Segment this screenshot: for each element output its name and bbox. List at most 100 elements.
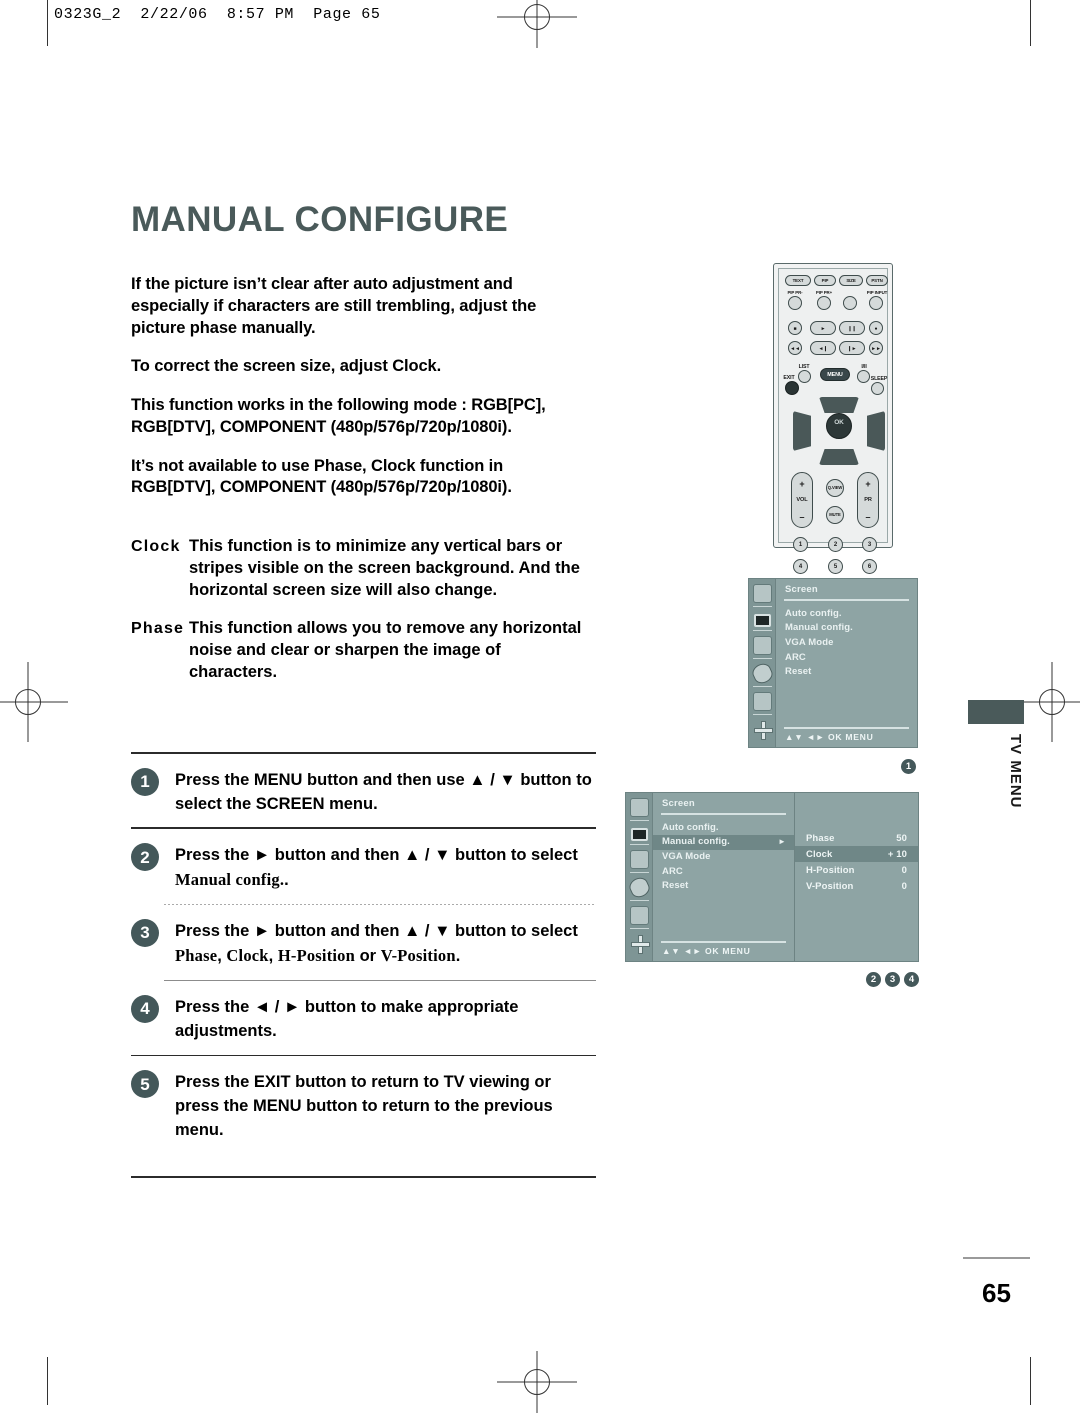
callout-2: 2 xyxy=(866,972,881,987)
osd2-item-arc[interactable]: ARC xyxy=(662,865,794,880)
step-2-lead: Press the ► button and then ▲ / ▼ button… xyxy=(175,846,578,865)
definition-list: Clock This function is to minimize any v… xyxy=(131,536,591,700)
osd-submenu-clock[interactable]: Clock + 10 xyxy=(795,846,918,862)
remote-label-6: 6 xyxy=(867,564,872,570)
trim-mark-bottom-left xyxy=(47,1357,48,1405)
remote-key-sleep xyxy=(871,382,884,395)
folio-rule xyxy=(963,1257,1030,1259)
osd-submenu-hposition[interactable]: H-Position 0 xyxy=(795,862,918,878)
osd-submenu-hposition-value: 0 xyxy=(901,864,907,876)
trim-mark-bottom-right xyxy=(1030,1357,1031,1405)
remote-icon-stop: ■ xyxy=(793,326,797,332)
remote-key-ok xyxy=(826,413,852,439)
osd-submenu-vposition-label: V-Position xyxy=(806,880,854,892)
step-3-clock: Clock xyxy=(226,945,269,965)
step-3-tail: . xyxy=(455,946,461,965)
osd1-item-arc[interactable]: ARC xyxy=(785,651,917,666)
osd2-item-reset[interactable]: Reset xyxy=(662,879,794,894)
step-1-slash: / xyxy=(485,770,500,789)
step-1-screen-key: SCREEN xyxy=(255,794,325,813)
step-5-badge: 5 xyxy=(131,1070,159,1099)
remote-key-pip-label: PIP xyxy=(821,278,829,283)
step-3-text: Press the ► button and then ▲ / ▼ button… xyxy=(175,918,596,969)
osd-screenshot-step2-submenu: Phase 50 Clock + 10 H-Position 0 V-Posit… xyxy=(795,792,919,962)
remote-label-4: 4 xyxy=(798,564,803,570)
remote-label-pr: PR xyxy=(864,497,872,503)
step-2-text: Press the ► button and then ▲ / ▼ button… xyxy=(175,842,596,893)
remote-label-menu: MENU xyxy=(827,372,843,378)
osd-submenu-phase[interactable]: Phase 50 xyxy=(795,830,918,846)
osd-submenu-clock-value: + 10 xyxy=(887,848,907,860)
osd-submenu-list: Phase 50 Clock + 10 H-Position 0 V-Posit… xyxy=(795,793,918,894)
remote-icon-play: ► xyxy=(820,326,826,332)
osd2-item-vga-mode[interactable]: VGA Mode xyxy=(662,850,794,865)
osd2-footer: ▲▼ ◄► OK MENU xyxy=(653,941,794,961)
remote-label-vol-plus: + xyxy=(799,479,805,489)
intro-p2-lead: To correct the screen size, adjust xyxy=(131,357,393,376)
sidebar-divider xyxy=(752,606,772,607)
antenna-icon xyxy=(629,798,649,817)
definition-term-clock: Clock xyxy=(131,538,181,555)
osd1-item-manual-config[interactable]: Manual config. xyxy=(785,621,917,636)
sidebar-divider xyxy=(629,872,649,873)
osd1-item-reset[interactable]: Reset xyxy=(785,665,917,680)
step-4-badge: 4 xyxy=(131,994,159,1023)
step-5: 5 Press the EXIT button to return to TV … xyxy=(131,1056,596,1154)
intro-paragraph-4: It’s not available to use Phase, Clock f… xyxy=(131,456,512,497)
osd-submenu-vposition-value: 0 xyxy=(901,880,907,892)
registration-mark-bottom xyxy=(497,1351,577,1413)
setup-icon xyxy=(753,720,773,740)
osd-submenu-clock-label: Clock xyxy=(806,848,833,860)
osd2-footer-hints: ▲▼ ◄► OK MENU xyxy=(662,945,751,956)
osd2-item-auto-config[interactable]: Auto config. xyxy=(662,821,794,836)
osd1-item-auto-config[interactable]: Auto config. xyxy=(785,607,917,622)
tv-menu-label: TV MENU xyxy=(1007,733,1024,809)
remote-control-illustration: TEXT PIP SIZE PSTN PIP PR- PIP PR+ PIP I… xyxy=(773,263,893,574)
remote-icon-forward: ❙► xyxy=(847,346,857,352)
step-5-menu-key: MENU xyxy=(252,1097,302,1116)
audio-icon xyxy=(629,850,649,869)
sidebar-divider xyxy=(629,928,649,929)
osd1-item-list: Auto config. Manual config. VGA Mode ARC… xyxy=(776,601,917,681)
osd1-main: Screen Auto config. Manual config. VGA M… xyxy=(776,579,917,747)
osd2-main: Screen Auto config. Manual config. ► VGA… xyxy=(653,793,794,961)
sidebar-divider xyxy=(752,686,772,687)
remote-icon-rewind: ◄❙ xyxy=(818,346,828,352)
definition-clock: Clock This function is to minimize any v… xyxy=(131,536,591,602)
step-4: 4 Press the ◄ / ► button to make appropr… xyxy=(131,981,596,1055)
steps-list: 1 Press the MENU button and then use ▲ /… xyxy=(131,752,596,1178)
definition-term-phase: Phase xyxy=(131,619,185,637)
definition-text-phase: This function allows you to remove any h… xyxy=(189,618,582,681)
intro-p2-bold: Clock xyxy=(392,357,437,376)
step-3-hposition: H-Position xyxy=(277,945,356,965)
osd2-item-manual-config[interactable]: Manual config. ► xyxy=(653,835,794,850)
step-4-text: Press the ◄ / ► button to make appropria… xyxy=(175,997,519,1040)
remote-body: TEXT PIP SIZE PSTN PIP PR- PIP PR+ PIP I… xyxy=(778,268,888,574)
osd-submenu-vposition[interactable]: V-Position 0 xyxy=(795,878,918,894)
special-icon xyxy=(629,906,649,925)
intro-paragraph-3: This function works in the following mod… xyxy=(131,396,546,436)
remote-icon-record: ● xyxy=(874,326,878,332)
sidebar-divider xyxy=(629,844,649,845)
step-divider-bottom xyxy=(131,1175,596,1178)
remote-key-exit xyxy=(785,381,799,395)
step-1-frag-1: Press the xyxy=(175,770,254,789)
tv-menu-tab-block xyxy=(968,700,1024,724)
remote-label-ok: OK xyxy=(834,419,844,426)
remote-key-size-label: SIZE xyxy=(846,278,856,283)
remote-label-sleep: SLEEP xyxy=(870,376,888,382)
chevron-right-icon: ► xyxy=(777,837,786,847)
osd2-title: Screen xyxy=(662,798,695,809)
remote-icon-skip-back: ◄◄ xyxy=(790,346,800,352)
sidebar-divider xyxy=(629,900,649,901)
osd-screenshot-step2-left: Screen Auto config. Manual config. ► VGA… xyxy=(625,792,795,962)
osd1-item-vga-mode[interactable]: VGA Mode xyxy=(785,636,917,651)
registration-mark-top xyxy=(497,0,577,48)
remote-label-vol-minus: – xyxy=(799,512,805,522)
osd1-footer: ▲▼ ◄► OK MENU xyxy=(776,727,917,747)
page-number: 65 xyxy=(982,1278,1011,1308)
step-2-tail: . xyxy=(284,870,289,889)
remote-key-text-label: TEXT xyxy=(792,278,804,283)
remote-label-qview: Q.VIEW xyxy=(827,485,843,490)
remote-label-vol: VOL xyxy=(796,497,808,503)
